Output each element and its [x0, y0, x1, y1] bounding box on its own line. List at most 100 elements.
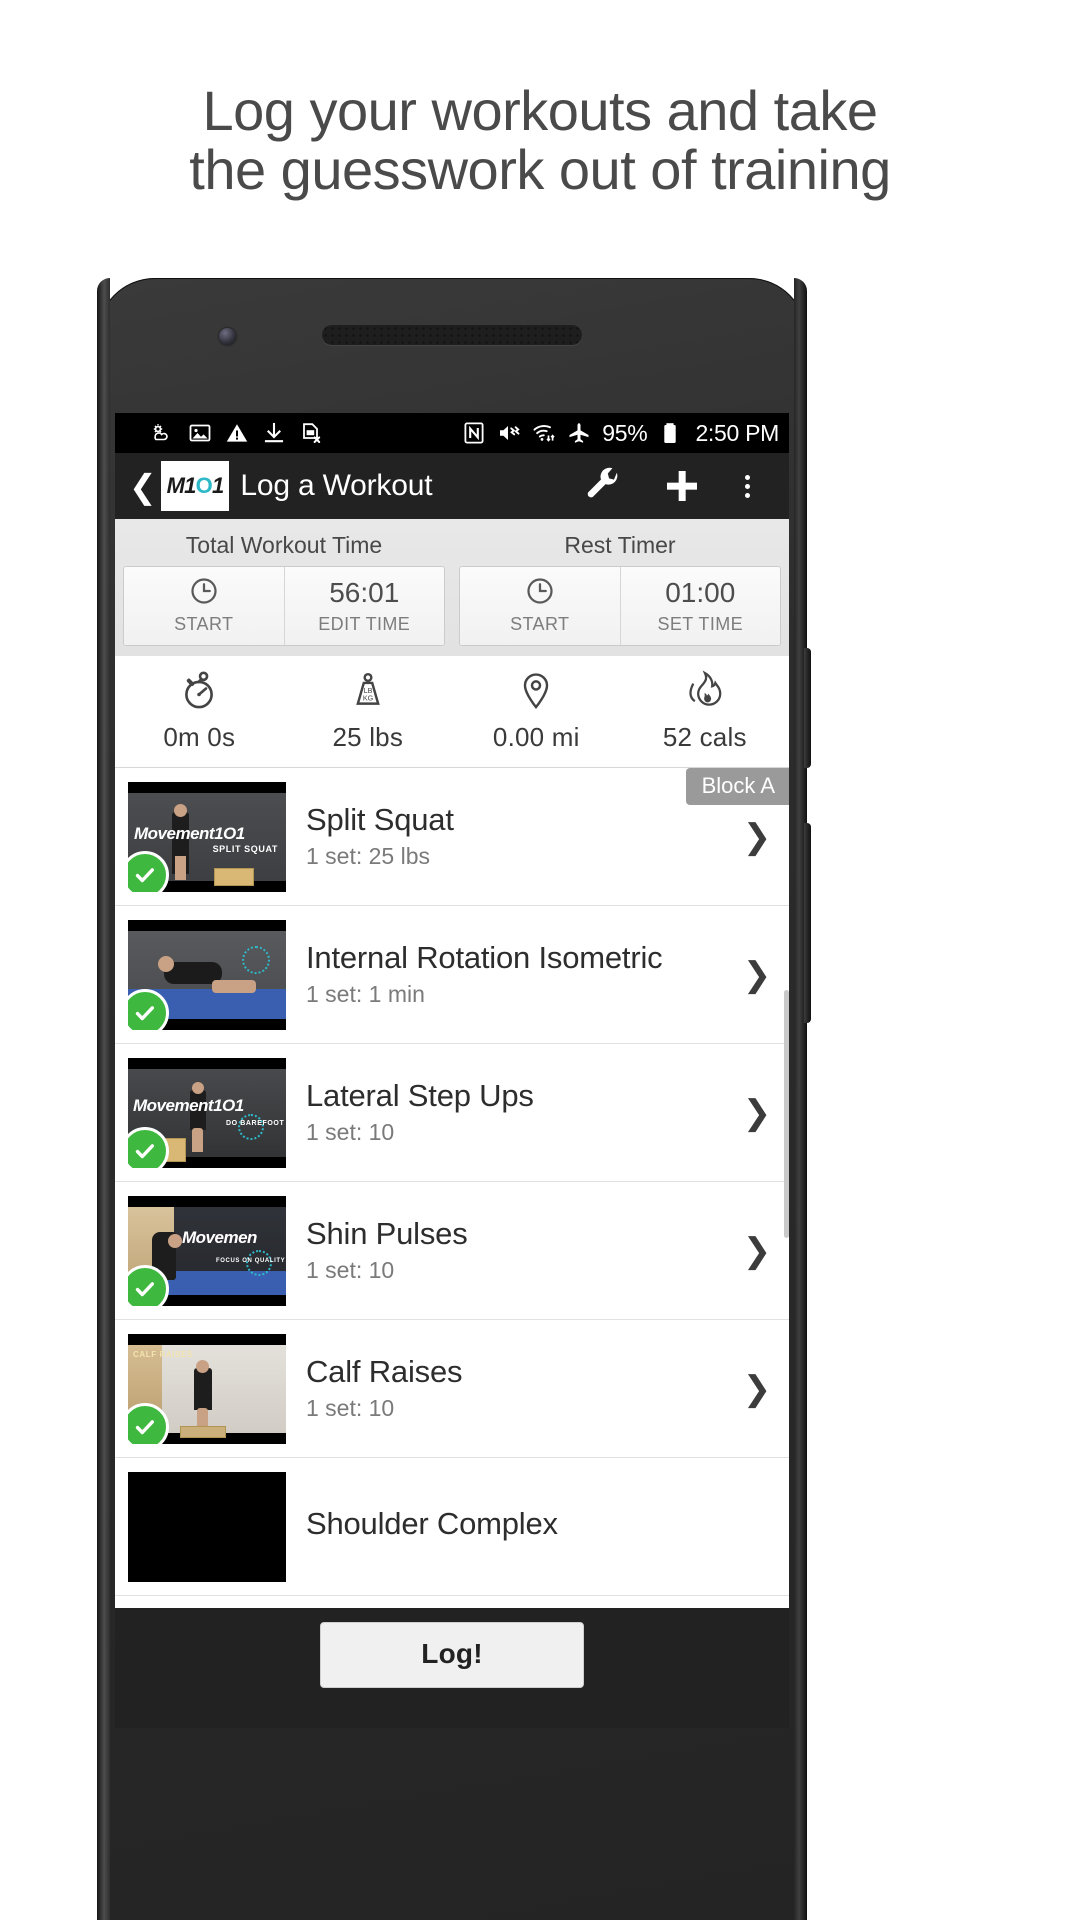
list-item[interactable]: Movemen FOCUS ON QUALITY CONTRACTIONS Sh…	[115, 1182, 789, 1320]
total-workout-timer-buttons: START 56:01 EDIT TIME	[123, 566, 445, 646]
stat-calories-value: 52 cals	[662, 722, 747, 752]
total-workout-edit-time-button[interactable]: 56:01 EDIT TIME	[283, 567, 444, 645]
exercise-info: Shoulder Complex	[286, 1507, 735, 1547]
exercise-info: Lateral Step Ups 1 set: 10	[286, 1079, 735, 1146]
phone-screen: 95% 2:50 PM ❮ M1 O 1 Log a Workout Total…	[115, 413, 789, 1608]
rest-timer-start-button[interactable]: START	[460, 567, 620, 645]
wrench-icon[interactable]	[565, 467, 643, 505]
plus-icon[interactable]	[643, 466, 721, 506]
stopwatch-icon	[115, 668, 284, 714]
app-logo[interactable]: M1 O 1	[160, 461, 230, 511]
thumb-caption: CALF RAISES	[133, 1349, 193, 1359]
flame-icon	[621, 668, 790, 714]
thumb-watermark: Movement1O1	[133, 1095, 244, 1115]
rest-timer-buttons: START 01:00 SET TIME	[459, 566, 781, 646]
thumb-letterbox-top	[128, 781, 286, 793]
log-action-bar: Log!	[115, 1608, 789, 1728]
weather-icon	[153, 424, 168, 441]
exercise-detail: 1 set: 10	[306, 1118, 395, 1145]
thumb-figure-legs	[192, 1127, 203, 1152]
thumb-box-prop	[180, 1425, 226, 1438]
logo-text-right: 1	[211, 473, 224, 498]
total-workout-timer: Total Workout Time START 56:01 EDIT TIME	[123, 527, 445, 646]
chevron-right-icon[interactable]: ❯	[735, 958, 779, 992]
location-pin-icon	[452, 668, 621, 714]
thumb-letterbox-top	[128, 919, 286, 931]
plus-glyph	[667, 471, 697, 501]
thumb-figure-head	[158, 955, 174, 972]
exercise-info: Internal Rotation Isometric 1 set: 1 min	[286, 941, 735, 1008]
thumb-watermark: Movement1O1	[134, 824, 245, 844]
chevron-right-icon[interactable]: ❯	[735, 1096, 779, 1130]
exercise-detail: 1 set: 25 lbs	[306, 842, 431, 869]
rest-timer-label: Rest Timer	[564, 532, 676, 558]
chevron-right-icon[interactable]: ❯	[735, 1372, 779, 1406]
nfc-icon	[464, 422, 484, 444]
exercise-thumbnail[interactable]: Movement1O1 SPLIT SQUAT	[128, 781, 286, 892]
timer-section: Total Workout Time START 56:01 EDIT TIME…	[115, 519, 789, 656]
exercise-info: Split Squat 1 set: 25 lbs	[286, 803, 735, 870]
chevron-right-icon[interactable]: ❯	[735, 1234, 779, 1268]
thumb-figure-head	[196, 1359, 209, 1373]
exercise-list: Block A Movement1O1 SPLIT SQUAT Split Sq…	[115, 768, 789, 1596]
exercise-thumbnail[interactable]: Movemen FOCUS ON QUALITY CONTRACTIONS	[128, 1195, 286, 1306]
exercise-thumbnail[interactable]: Movement1O1 DO BAREFOOT PREFERABLY	[128, 1057, 286, 1168]
page-title: Log your workouts and take the guesswork…	[0, 79, 1080, 200]
stat-duration-value: 0m 0s	[163, 722, 236, 752]
status-bar: 95% 2:50 PM	[115, 413, 789, 453]
exercise-thumbnail[interactable]	[128, 919, 286, 1030]
sim-error-icon	[303, 423, 321, 443]
rest-timer-start-label: START	[510, 614, 570, 634]
front-camera	[219, 328, 236, 345]
battery-percent: 95%	[602, 419, 648, 446]
log-button[interactable]: Log!	[320, 1622, 584, 1688]
stat-weight[interactable]: LB KG 25 lbs	[284, 668, 453, 753]
exercise-title: Internal Rotation Isometric	[306, 941, 663, 976]
thumb-figure	[194, 1367, 212, 1410]
phone-left-edge	[97, 278, 110, 1920]
check-glyph	[135, 1419, 154, 1434]
headline-line-1: Log your workouts and take	[202, 79, 878, 142]
stat-calories[interactable]: 52 cals	[621, 668, 790, 753]
list-item[interactable]: CALF RAISES Calf Raises 1 set: 10 ❯	[115, 1320, 789, 1458]
total-workout-timer-label: Total Workout Time	[185, 532, 383, 558]
exercise-thumbnail[interactable]: CALF RAISES	[128, 1333, 286, 1444]
list-item[interactable]: Internal Rotation Isometric 1 set: 1 min…	[115, 906, 789, 1044]
logo-text-left: M1	[166, 473, 197, 498]
list-scrollbar[interactable]	[784, 990, 789, 1238]
wifi-icon	[533, 425, 555, 442]
check-glyph	[135, 1143, 154, 1158]
rest-timer-set-time-button[interactable]: 01:00 SET TIME	[619, 567, 780, 645]
thumb-bg	[128, 1471, 286, 1582]
total-workout-start-button[interactable]: START	[124, 567, 284, 645]
weight-glyph: LB KG	[355, 672, 380, 705]
logo-text-o: O	[195, 473, 213, 498]
clock-glyph	[527, 578, 553, 604]
list-item[interactable]: Shoulder Complex	[115, 1458, 789, 1596]
thumb-watermark-text: Movement1O1	[134, 823, 245, 843]
stat-distance[interactable]: 0.00 mi	[452, 668, 621, 753]
volume-button[interactable]	[804, 648, 811, 768]
exercise-thumbnail[interactable]	[128, 1471, 286, 1582]
rest-timer-set-label: SET TIME	[657, 614, 744, 634]
power-button[interactable]	[804, 823, 811, 1023]
thumb-letterbox-top	[128, 1333, 286, 1345]
rest-timer: Rest Timer START 01:00 SET TIME	[459, 527, 781, 646]
rest-timer-value: 01:00	[665, 577, 736, 608]
thumb-focus-ring	[242, 945, 270, 974]
chevron-right-icon[interactable]: ❯	[735, 820, 779, 854]
phone-device-frame: 95% 2:50 PM ❮ M1 O 1 Log a Workout Total…	[97, 278, 811, 1920]
list-item[interactable]: Movement1O1 DO BAREFOOT PREFERABLY Later…	[115, 1044, 789, 1182]
exercise-title: Split Squat	[306, 803, 454, 838]
workout-stats-row: 0m 0s LB KG 25 lbs 0.00 mi 52 cals	[115, 656, 789, 768]
thumb-caption: DO BAREFOOT PREFERABLY	[226, 1119, 286, 1127]
phone-right-edge	[794, 278, 807, 1920]
exercise-detail: 1 set: 1 min	[306, 980, 425, 1007]
back-chevron-icon[interactable]: ❮	[123, 470, 161, 503]
thumb-figure-head	[168, 1233, 182, 1248]
thumb-letterbox-top	[128, 1057, 286, 1069]
overflow-menu-icon[interactable]	[721, 474, 773, 498]
overflow-dots	[744, 474, 750, 498]
stat-duration[interactable]: 0m 0s	[115, 668, 284, 753]
thumb-figure-legs	[212, 979, 256, 993]
